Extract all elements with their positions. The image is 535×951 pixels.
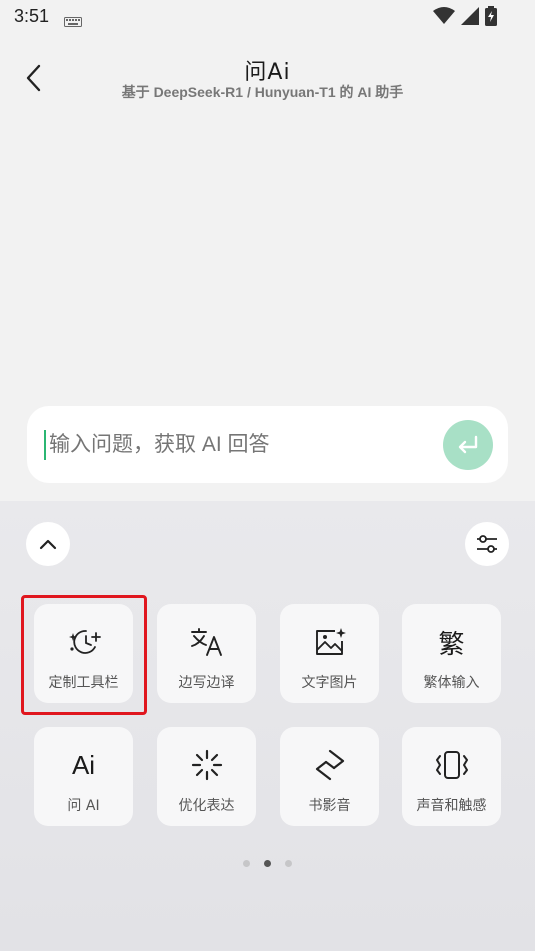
ai-glyph: Ai bbox=[71, 749, 96, 780]
tile-label: 边写边译 bbox=[178, 675, 235, 691]
tile-label: 问 AI bbox=[67, 798, 100, 814]
sliders-icon bbox=[477, 535, 497, 553]
traditional-char-icon: 繁 bbox=[438, 626, 465, 660]
book-media-icon bbox=[314, 749, 346, 781]
keyboard-icon bbox=[64, 12, 82, 31]
page-subtitle: 基于 DeepSeek-R1 / Hunyuan-T1 的 AI 助手 bbox=[121, 84, 404, 100]
translate-icon bbox=[190, 626, 224, 658]
page-indicator bbox=[0, 860, 535, 867]
battery-icon bbox=[485, 6, 497, 30]
status-time: 3:51 bbox=[14, 6, 50, 26]
text-caret bbox=[44, 430, 46, 460]
tile-label: 声音和触感 bbox=[416, 798, 487, 814]
tile-label: 书影音 bbox=[308, 798, 351, 814]
enter-icon bbox=[458, 435, 478, 454]
status-bar: 3:51 bbox=[0, 0, 535, 36]
tile-optimize-expression[interactable]: 优化表达 bbox=[157, 727, 256, 826]
page-dot[interactable] bbox=[243, 860, 250, 867]
tile-translate-while-writing[interactable]: 边写边译 bbox=[157, 604, 256, 703]
page-dot[interactable] bbox=[285, 860, 292, 867]
highlight-box bbox=[21, 595, 147, 715]
image-sparkle-icon bbox=[313, 626, 347, 658]
tile-label: 文字图片 bbox=[301, 675, 358, 691]
question-input-container bbox=[27, 406, 508, 483]
tile-label: 繁体输入 bbox=[423, 675, 480, 691]
settings-button[interactable] bbox=[465, 522, 509, 566]
tile-books-media[interactable]: 书影音 bbox=[280, 727, 379, 826]
tile-traditional-input[interactable]: 繁 繁体输入 bbox=[402, 604, 501, 703]
keyboard-toolbar-panel: 定制工具栏 边写边译 文字图片 繁 繁体输入 Ai 问 AI 优化表达 书影音 … bbox=[0, 501, 535, 951]
traditional-glyph: 繁 bbox=[438, 629, 465, 660]
send-button[interactable] bbox=[443, 420, 493, 470]
loading-burst-icon bbox=[191, 749, 223, 781]
page-dot-active[interactable] bbox=[264, 860, 271, 867]
header: 问Ai 基于 DeepSeek-R1 / Hunyuan-T1 的 AI 助手 bbox=[0, 52, 535, 112]
signal-icon bbox=[461, 7, 479, 29]
tile-label: 优化表达 bbox=[178, 798, 235, 814]
collapse-button[interactable] bbox=[26, 522, 70, 566]
tile-text-image[interactable]: 文字图片 bbox=[280, 604, 379, 703]
vibration-icon bbox=[434, 749, 470, 781]
tile-sound-haptics[interactable]: 声音和触感 bbox=[402, 727, 501, 826]
chevron-up-icon bbox=[39, 539, 57, 550]
status-icons bbox=[433, 6, 497, 30]
wifi-icon bbox=[433, 7, 455, 29]
tile-ask-ai[interactable]: Ai 问 AI bbox=[34, 727, 133, 826]
question-input[interactable] bbox=[49, 406, 449, 483]
ai-icon: Ai bbox=[72, 749, 95, 781]
